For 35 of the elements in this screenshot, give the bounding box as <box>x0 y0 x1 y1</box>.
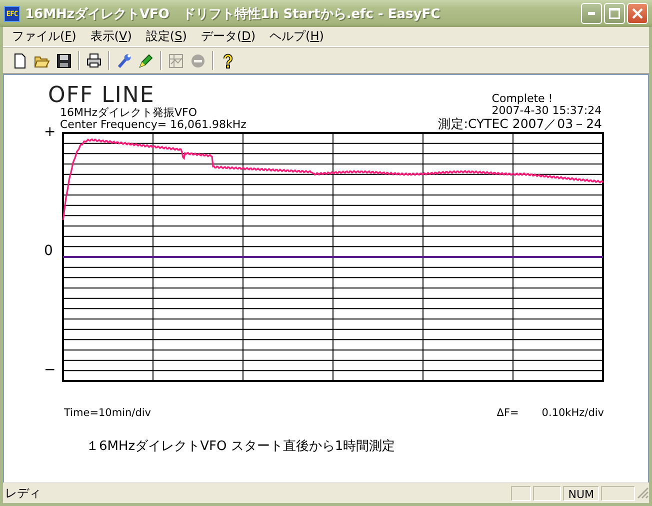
new-document-icon[interactable] <box>12 52 28 68</box>
menu-item[interactable]: ファイル(F) <box>5 28 84 45</box>
resize-grip-icon[interactable] <box>637 487 649 499</box>
axis-label: + <box>44 125 56 139</box>
completion-status: Complete ! <box>490 93 553 105</box>
timestamp: 2007-4-30 15:37:24 <box>490 105 602 117</box>
axis-label: − <box>44 363 56 377</box>
menu-item[interactable]: 表示(V) <box>83 28 139 45</box>
caption: １6MHzダイレクトVFO スタート直後から1時間測定 <box>86 438 396 455</box>
center-frequency: Center Frequency= 16,061.98kHz <box>59 119 246 131</box>
device-name: 16MHzダイレクト発振VFO <box>59 107 198 119</box>
measurement-info: 測定:CYTEC 2007／03－24 <box>438 117 602 131</box>
maximize-icon <box>609 8 620 19</box>
status-panel <box>533 486 562 500</box>
status-text: レディ <box>5 484 42 502</box>
close-button[interactable] <box>627 3 648 24</box>
printer-icon[interactable] <box>86 52 102 68</box>
delta-f-scale: 0.10kHz/div <box>542 407 604 419</box>
menu-item[interactable]: 設定(S) <box>138 28 194 45</box>
status-indicator: NUM <box>563 486 599 500</box>
window-title: 16MHzダイレクトVFO ドリフト特性1h Startから.efc - EasyFC <box>25 6 442 22</box>
menu-item[interactable]: ヘルプ(H) <box>262 28 331 45</box>
connection-status: OFF LINE <box>48 85 155 107</box>
close-icon <box>632 8 643 19</box>
delta-f-label: ΔF= <box>496 407 520 419</box>
status-panel <box>601 486 635 500</box>
marker-pen-icon[interactable] <box>138 52 154 68</box>
axis-label: 0 <box>44 244 53 258</box>
maximize-button[interactable] <box>604 3 625 24</box>
wrench-icon[interactable] <box>116 52 132 68</box>
time-scale: Time=10min/div <box>64 407 152 419</box>
minimize-icon <box>588 12 595 15</box>
minimize-button[interactable] <box>581 3 602 24</box>
status-panel <box>511 486 532 500</box>
menu-item[interactable]: データ(D) <box>194 28 262 45</box>
